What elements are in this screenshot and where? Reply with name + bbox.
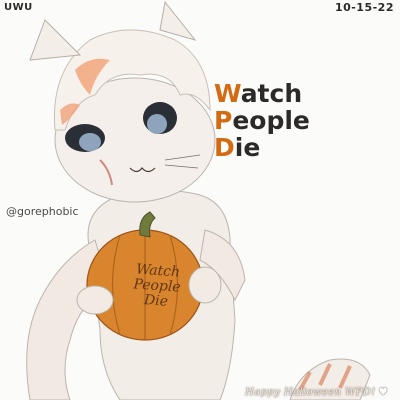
footer-greeting: Happy Halloween WPD! ♥ xyxy=(245,387,388,398)
date-label: 10-15-22 xyxy=(334,1,394,14)
title-line-3: Die xyxy=(214,134,310,161)
right-iris xyxy=(147,114,167,134)
artwork-canvas: UWU 10-15-22 Watch People Die @gorephobi… xyxy=(0,0,400,400)
title-block: Watch People Die xyxy=(214,80,310,161)
title-initial-1: W xyxy=(214,79,241,108)
title-rest-2: eople xyxy=(232,106,310,135)
title-initial-3: D xyxy=(214,133,235,162)
left-hand xyxy=(76,285,114,315)
illustration xyxy=(26,0,371,400)
title-rest-1: atch xyxy=(240,79,303,108)
heart-icon: ♥ xyxy=(378,387,388,398)
title-rest-3: ie xyxy=(234,133,261,162)
title-initial-2: P xyxy=(214,106,233,135)
pumpkin-carving-text: Watch People Die xyxy=(111,261,204,312)
title-line-1: Watch xyxy=(214,80,310,107)
title-line-2: People xyxy=(214,107,310,134)
artist-credit: @gorephobic xyxy=(6,205,79,218)
corner-label-left: UWU xyxy=(4,2,33,13)
right-ear xyxy=(159,0,197,41)
footer-text: Happy Halloween WPD! xyxy=(245,387,376,398)
left-iris xyxy=(79,133,101,151)
left-ear xyxy=(29,19,82,61)
